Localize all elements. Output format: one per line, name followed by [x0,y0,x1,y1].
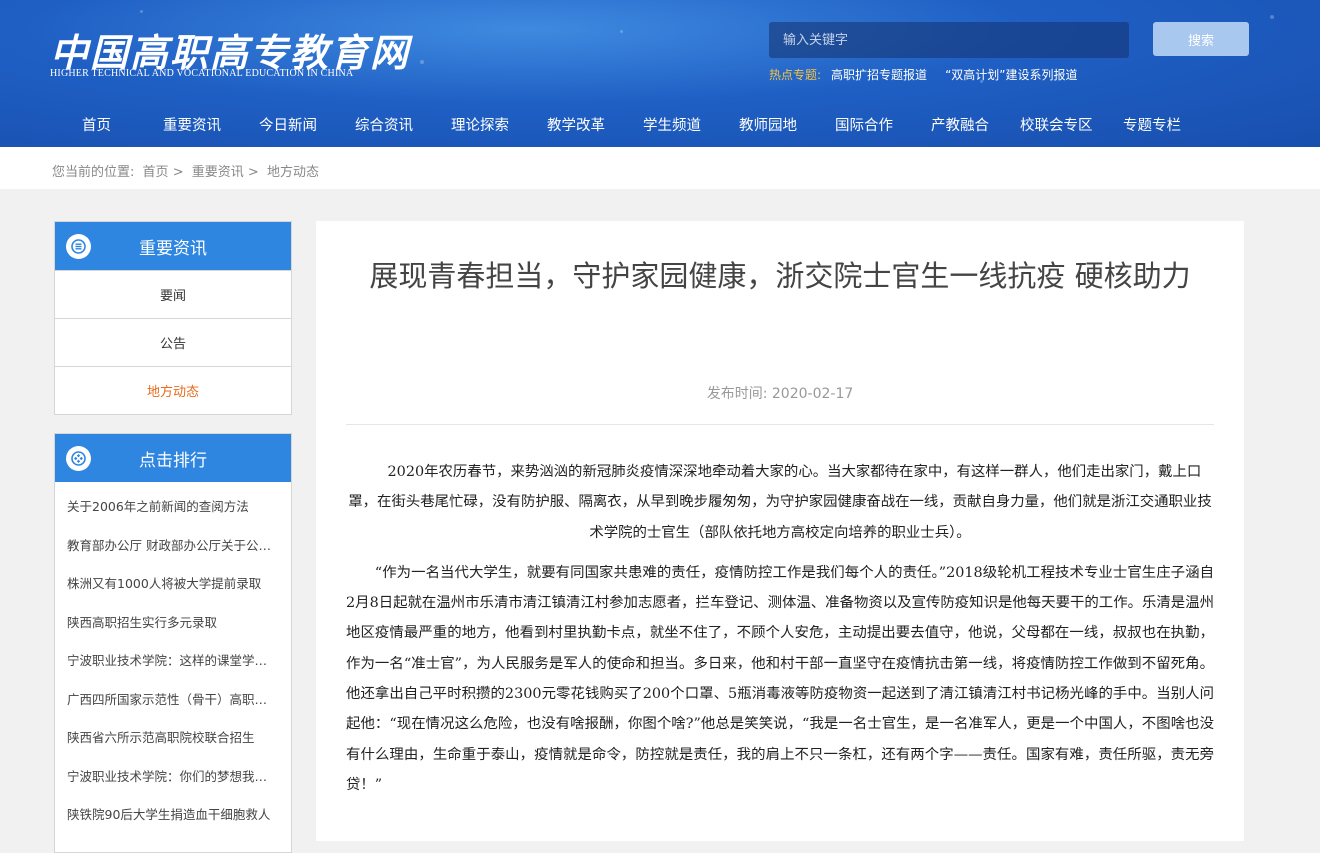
ranking-item[interactable]: 教育部办公厅 财政部办公厅关于公布第二批 [67,527,279,566]
article-date-label: 发布时间: [706,386,768,402]
nav-item-industry-education[interactable]: 产教融合 [931,114,989,135]
article-divider [346,424,1214,425]
ranking-item[interactable]: 陕铁院90后大学生捐造血干细胞救人 [67,796,279,835]
hot-topic-link[interactable]: 高职扩招专题报道 [831,66,927,83]
main-nav: 首页 重要资讯 今日新闻 综合资讯 理论探索 教学改革 学生频道 教师园地 国际… [0,100,1320,147]
nav-item-students[interactable]: 学生频道 [643,114,701,135]
breadcrumb-home[interactable]: 首页 [143,165,169,180]
article-body: 2020年农历春节，来势汹汹的新冠肺炎疫情深深地牵动着大家的心。当大家都待在家中… [346,457,1214,810]
breadcrumb-local-news[interactable]: 地方动态 [267,165,319,180]
site-header: 中国高职高专教育网 HIGHER TECHNICAL AND VOCATIONA… [0,0,1320,147]
sidebar-item-headlines[interactable]: 要闻 [55,270,291,318]
nav-item-theory[interactable]: 理论探索 [451,114,509,135]
ranking-item[interactable]: 陕西高职招生实行多元录取 [67,604,279,643]
ranking-item[interactable]: 关于2006年之前新闻的查阅方法 [67,488,279,527]
article-title: 展现青春担当，守护家园健康，浙交院士官生一线抗疫 硬核助力 [369,259,1191,293]
sidebar-news-menu: 重要资讯 要闻 公告 地方动态 [54,221,292,415]
hot-topics: 热点专题: 高职扩招专题报道 “双高计划”建设系列报道 [769,66,1096,83]
nav-item-teachers[interactable]: 教师园地 [739,114,797,135]
nav-item-important-news[interactable]: 重要资讯 [163,114,221,135]
nav-item-special-topics[interactable]: 专题专栏 [1123,114,1181,135]
site-logo-subtitle: HIGHER TECHNICAL AND VOCATIONAL EDUCATIO… [50,68,354,79]
hot-topic-link[interactable]: “双高计划”建设系列报道 [945,66,1077,83]
ranking-item[interactable]: 广西四所国家示范性（骨干）高职院校 [67,681,279,720]
article-paragraph: “作为一名当代大学生，就要有同国家共患难的责任，疫情防控工作是我们每个人的责任。… [346,564,1214,793]
list-icon [66,234,91,259]
breadcrumb: 您当前的位置: 首页 > 重要资讯 > 地方动态 [52,161,319,180]
nav-item-today-news[interactable]: 今日新闻 [259,114,317,135]
breadcrumb-separator: > [247,165,259,180]
search-input[interactable] [769,22,1129,58]
sidebar-item-local-news[interactable]: 地方动态 [55,366,291,414]
sidebar-ranking-header: 点击排行 [55,434,291,482]
ranking-item[interactable]: 宁波职业技术学院：这样的课堂学生喜欢 [67,642,279,681]
sidebar-ranking: 点击排行 关于2006年之前新闻的查阅方法 教育部办公厅 财政部办公厅关于公布第… [54,433,292,853]
ranking-item[interactable]: 株洲又有1000人将被大学提前录取 [67,565,279,604]
decoration [620,30,623,33]
nav-item-general-news[interactable]: 综合资讯 [355,114,413,135]
breadcrumb-separator: > [172,165,184,180]
sidebar-item-announcements[interactable]: 公告 [55,318,291,366]
grid-icon [66,446,91,471]
breadcrumb-important-news[interactable]: 重要资讯 [192,165,244,180]
article-date-value: 2020-02-17 [771,386,854,402]
nav-item-school-union[interactable]: 校联会专区 [1020,114,1093,135]
article-paragraph: 2020年农历春节，来势汹汹的新冠肺炎疫情深深地牵动着大家的心。当大家都待在家中… [348,464,1212,541]
breadcrumb-label: 您当前的位置: [52,165,135,180]
decoration [420,60,424,64]
breadcrumb-bar: 您当前的位置: 首页 > 重要资讯 > 地方动态 [0,147,1320,189]
nav-item-home[interactable]: 首页 [82,114,111,135]
article-date: 发布时间: 2020-02-17 [316,383,1244,403]
sidebar-news-header: 重要资讯 [55,222,291,270]
nav-item-international[interactable]: 国际合作 [835,114,893,135]
decoration [1270,15,1274,19]
ranking-item[interactable]: 宁波职业技术学院：你们的梦想我来守护 [67,758,279,797]
decoration [140,10,143,13]
hot-topics-label: 热点专题: [769,68,822,82]
search-button[interactable]: 搜索 [1153,22,1249,56]
article-panel: 展现青春担当，守护家园健康，浙交院士官生一线抗疫 硬核助力 发布时间: 2020… [316,221,1244,841]
ranking-list: 关于2006年之前新闻的查阅方法 教育部办公厅 财政部办公厅关于公布第二批 株洲… [55,482,291,835]
nav-item-teaching-reform[interactable]: 教学改革 [547,114,605,135]
ranking-item[interactable]: 陕西省六所示范高职院校联合招生 [67,719,279,758]
